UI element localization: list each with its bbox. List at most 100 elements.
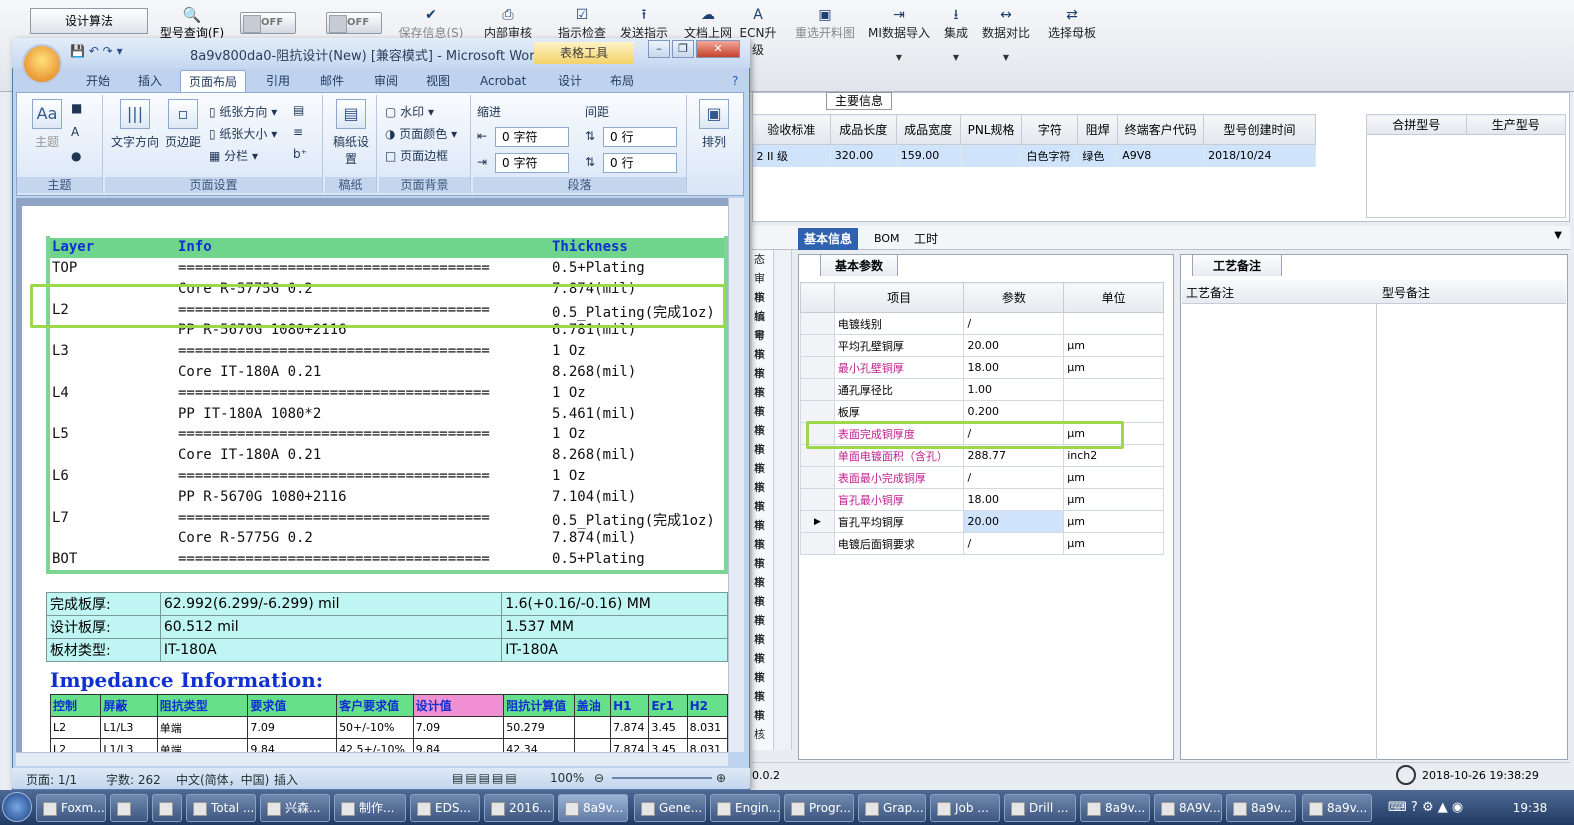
- row-header[interactable]: [800, 378, 835, 401]
- param-row[interactable]: ▶ 盲孔平均铜厚 20.00 μm: [800, 510, 1164, 533]
- main-info-header[interactable]: 型号创建时间: [1203, 114, 1316, 145]
- view-buttons-icon[interactable]: ▤▤▤▤▤: [452, 771, 519, 785]
- theme-button[interactable]: Aa 主题: [27, 99, 67, 150]
- param-value[interactable]: 18.00: [963, 356, 1065, 379]
- ribbon-tab-4[interactable]: 邮件: [312, 70, 352, 92]
- left-row-item[interactable]: 审核: [752, 345, 773, 380]
- param-value[interactable]: 18.00: [963, 488, 1065, 511]
- merge-model-header[interactable]: 合拼型号: [1366, 113, 1467, 136]
- settings-icon[interactable]: ⚙: [1422, 800, 1434, 815]
- taskbar-item[interactable]: Drill ...: [1004, 794, 1076, 822]
- left-row-item[interactable]: 审核: [752, 402, 773, 437]
- taskbar-item[interactable]: [152, 794, 182, 822]
- taskbar-item[interactable]: Foxm...: [36, 794, 106, 822]
- main-info-cell[interactable]: 320.00: [830, 144, 897, 167]
- main-info-cell[interactable]: 绿色: [1077, 144, 1119, 167]
- main-info-header[interactable]: 阻焊: [1077, 114, 1119, 145]
- production-model-header[interactable]: 生产型号: [1465, 113, 1566, 136]
- toolbar-button-6[interactable]: ▣ 重选开料图: [790, 6, 860, 78]
- taskbar-clock[interactable]: 19:38: [1500, 794, 1560, 822]
- ribbon-tab-1[interactable]: 插入: [130, 70, 170, 92]
- impedance-cell[interactable]: L2: [49, 716, 102, 739]
- summary-cell[interactable]: 1.537 MM: [501, 615, 728, 639]
- ribbon-help-icon[interactable]: ?: [724, 70, 746, 92]
- taskbar-item[interactable]: EDS...: [410, 794, 480, 822]
- zoom-out-icon[interactable]: ⊖: [594, 771, 604, 785]
- row-header[interactable]: [800, 400, 835, 423]
- save-icon[interactable]: 💾: [70, 44, 85, 58]
- taskbar-item[interactable]: Engin...: [710, 794, 780, 822]
- ribbon-tab-8[interactable]: 设计: [550, 70, 590, 92]
- taskbar-item[interactable]: 8a9v...: [1226, 794, 1296, 822]
- summary-cell[interactable]: IT-180A: [159, 638, 503, 662]
- paper-size-button[interactable]: ▯ 纸张大小 ▾: [209, 125, 277, 142]
- left-row-item[interactable]: 审核: [752, 592, 773, 627]
- text-direction-button[interactable]: ||| 文字方向: [109, 99, 161, 150]
- hyphenation-icon[interactable]: b⁺: [293, 147, 307, 161]
- row-header[interactable]: [800, 488, 835, 511]
- param-row[interactable]: 平均孔壁铜厚 20.00 μm: [800, 334, 1164, 357]
- impedance-cell[interactable]: 8.031: [686, 716, 729, 739]
- page-count[interactable]: 页面: 1/1: [26, 771, 77, 788]
- summary-cell[interactable]: 1.6(+0.16/-0.16) MM: [501, 592, 728, 616]
- left-row-item[interactable]: 审核: [752, 421, 773, 456]
- left-row-item[interactable]: 审核: [752, 288, 773, 323]
- row-header[interactable]: ▶: [800, 510, 835, 533]
- zoom-level[interactable]: 100%: [550, 771, 584, 785]
- summary-cell[interactable]: 60.512 mil: [159, 615, 503, 639]
- keyboard-icon[interactable]: ⌨: [1388, 800, 1407, 815]
- param-value[interactable]: 0.200: [963, 400, 1065, 423]
- param-row[interactable]: 电镀后面铜要求 / μm: [800, 532, 1164, 555]
- taskbar-item[interactable]: [110, 794, 148, 822]
- process-notes-col[interactable]: 工艺备注: [1186, 284, 1234, 301]
- start-button[interactable]: [2, 792, 32, 822]
- theme-effects-icon[interactable]: ●: [71, 149, 81, 163]
- left-row-item[interactable]: 审核: [752, 535, 773, 570]
- impedance-cell[interactable]: 7.09: [247, 716, 338, 739]
- param-value[interactable]: /: [963, 466, 1065, 489]
- left-row-item[interactable]: 审核: [752, 649, 773, 684]
- model-notes-col[interactable]: 型号备注: [1382, 284, 1430, 301]
- impedance-cell[interactable]: 50.279: [503, 716, 575, 739]
- taskbar-item[interactable]: Progr...: [784, 794, 854, 822]
- tab-bom[interactable]: BOM: [868, 228, 906, 250]
- page-borders-button[interactable]: □ 页面边框: [385, 147, 448, 164]
- main-info-header[interactable]: 成品长度: [829, 114, 897, 145]
- insert-mode[interactable]: 插入: [274, 771, 298, 788]
- main-info-header[interactable]: 终端客户代码: [1117, 114, 1205, 145]
- main-info-cell[interactable]: 2018/10/24: [1203, 144, 1316, 167]
- toolbar-button-8[interactable]: ⭳ 集成 ▼: [936, 6, 976, 78]
- left-row-item[interactable]: 编号: [752, 307, 773, 342]
- main-info-header[interactable]: PNL规格: [959, 114, 1023, 145]
- param-row[interactable]: 电镀线别 /: [800, 312, 1164, 335]
- spacing-after-input[interactable]: 0 行: [603, 153, 677, 173]
- left-row-item[interactable]: 审核: [752, 668, 773, 703]
- arrange-button[interactable]: ▣ 排列: [693, 99, 735, 150]
- toggle-switch-1[interactable]: OFF: [240, 12, 296, 34]
- summary-cell[interactable]: 设计板厚:: [46, 615, 161, 639]
- left-row-item[interactable]: 审核: [752, 554, 773, 589]
- watermark-button[interactable]: ▢ 水印 ▾: [385, 103, 434, 120]
- left-row-item[interactable]: 审核: [752, 478, 773, 513]
- taskbar-item[interactable]: Grap...: [858, 794, 926, 822]
- tab-process-notes[interactable]: 工艺备注: [1192, 254, 1282, 276]
- summary-cell[interactable]: 板材类型:: [46, 638, 161, 662]
- ribbon-tab-2[interactable]: 页面布局: [180, 70, 247, 92]
- impedance-cell[interactable]: [573, 716, 612, 739]
- customize-qat-icon[interactable]: ▾: [117, 44, 123, 58]
- param-row[interactable]: 盲孔最小铜厚 18.00 μm: [800, 488, 1164, 511]
- param-item-header[interactable]: 项目: [833, 282, 965, 313]
- ribbon-tab-5[interactable]: 审阅: [366, 70, 406, 92]
- restore-button[interactable]: ❐: [672, 40, 694, 58]
- ribbon-tab-9[interactable]: 布局: [602, 70, 642, 92]
- margins-button[interactable]: ▫ 页边距: [163, 99, 203, 150]
- main-info-header[interactable]: 字符: [1021, 114, 1079, 145]
- main-info-header[interactable]: 验收标准: [752, 114, 831, 145]
- zoom-slider[interactable]: [612, 777, 712, 779]
- word-count[interactable]: 字数: 262: [106, 771, 161, 788]
- main-info-cell[interactable]: 白色字符: [1021, 144, 1079, 167]
- ribbon-tab-0[interactable]: 开始: [78, 70, 118, 92]
- columns-button[interactable]: ▦ 分栏 ▾: [209, 147, 258, 164]
- undo-icon[interactable]: ↶: [89, 44, 99, 58]
- toolbar-button-7[interactable]: ⇥ MI数据导入 ▼: [864, 6, 934, 78]
